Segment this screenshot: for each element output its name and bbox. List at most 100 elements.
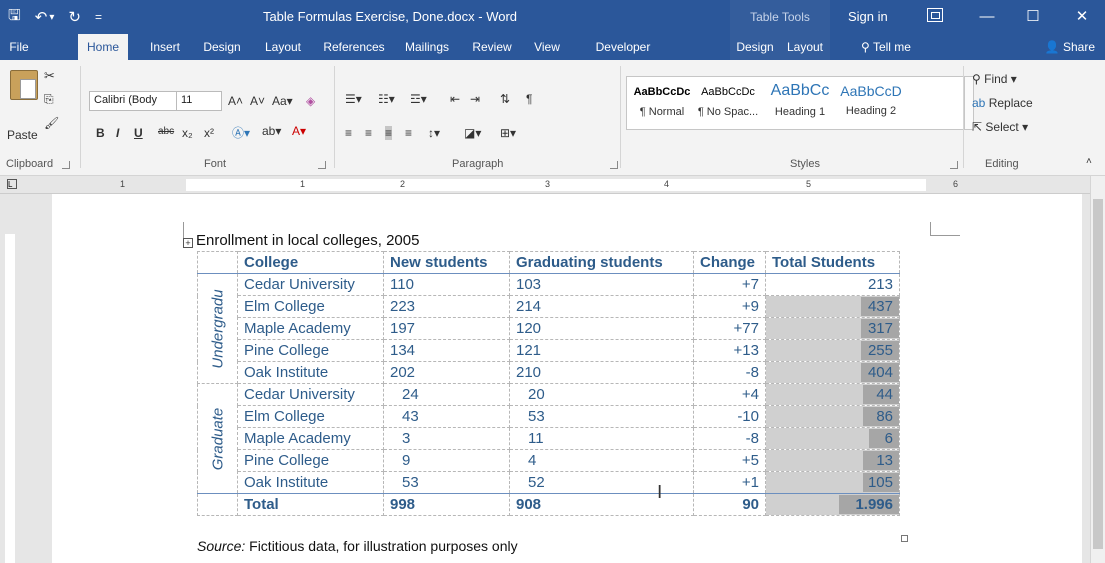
- change-cell[interactable]: +7: [693, 273, 766, 296]
- tell-me-box[interactable]: ⚲ Tell me: [840, 34, 932, 60]
- total-students-cell[interactable]: 86: [765, 405, 900, 428]
- font-size-box[interactable]: 11: [176, 91, 222, 111]
- bold-button[interactable]: B: [96, 126, 105, 140]
- change-cell[interactable]: -8: [693, 427, 766, 450]
- enrollment-table[interactable]: College New students Graduating students…: [197, 251, 900, 516]
- graduating-students-cell[interactable]: 210: [509, 361, 694, 384]
- strikethrough-button[interactable]: abc: [158, 126, 174, 137]
- justify-icon[interactable]: ≡: [405, 126, 412, 140]
- font-launcher-icon[interactable]: [318, 161, 326, 169]
- select-button[interactable]: ⇱ Select ▾: [972, 120, 1028, 134]
- subscript-button[interactable]: x₂: [182, 126, 193, 140]
- tab-mailings[interactable]: Mailings: [396, 34, 458, 60]
- group-label-cell[interactable]: Graduate: [197, 383, 238, 494]
- align-left-icon[interactable]: ≡: [345, 126, 352, 140]
- total-grad[interactable]: 908: [509, 493, 694, 516]
- graduating-students-cell[interactable]: 103: [509, 273, 694, 296]
- change-cell[interactable]: +4: [693, 383, 766, 406]
- clear-formatting-icon[interactable]: ◈: [306, 94, 315, 108]
- graduating-students-cell[interactable]: 20: [509, 383, 694, 406]
- total-new[interactable]: 998: [383, 493, 510, 516]
- header-cell-empty[interactable]: [197, 251, 238, 274]
- replace-button[interactable]: ab Replace: [972, 96, 1033, 110]
- italic-button[interactable]: I: [116, 126, 119, 140]
- header-cell[interactable]: Total Students: [765, 251, 900, 274]
- shrink-font-icon[interactable]: A˅: [250, 94, 265, 108]
- total-students-cell[interactable]: 213: [765, 273, 900, 296]
- multilevel-list-icon[interactable]: ☲▾: [410, 92, 427, 106]
- close-button[interactable]: ✕: [1059, 0, 1105, 34]
- new-students-cell[interactable]: 43: [383, 405, 510, 428]
- paragraph-launcher-icon[interactable]: [610, 161, 618, 169]
- graduating-students-cell[interactable]: 52: [509, 471, 694, 494]
- underline-button[interactable]: U: [134, 126, 143, 140]
- college-cell[interactable]: Cedar University: [237, 273, 384, 296]
- tab-layout[interactable]: Layout: [260, 34, 306, 60]
- grow-font-icon[interactable]: A˄: [228, 94, 243, 108]
- style-heading-2[interactable]: AaBbCcD Heading 2: [838, 78, 904, 128]
- header-cell[interactable]: New students: [383, 251, 510, 274]
- change-cell[interactable]: +5: [693, 449, 766, 472]
- styles-launcher-icon[interactable]: [950, 161, 958, 169]
- total-students-cell[interactable]: 105: [765, 471, 900, 494]
- change-cell[interactable]: -8: [693, 361, 766, 384]
- header-cell[interactable]: Change: [693, 251, 766, 274]
- change-cell[interactable]: +1: [693, 471, 766, 494]
- new-students-cell[interactable]: 202: [383, 361, 510, 384]
- cut-icon[interactable]: ✂: [44, 68, 55, 84]
- tab-selector[interactable]: L: [7, 179, 17, 189]
- tab-view[interactable]: View: [526, 34, 568, 60]
- collapse-ribbon-icon[interactable]: ˄: [1086, 156, 1092, 167]
- tab-insert[interactable]: Insert: [144, 34, 186, 60]
- tab-references[interactable]: References: [320, 34, 388, 60]
- graduating-students-cell[interactable]: 53: [509, 405, 694, 428]
- college-cell[interactable]: Pine College: [237, 449, 384, 472]
- tab-file[interactable]: File: [0, 34, 38, 60]
- group-label-cell[interactable]: Undergradu: [197, 273, 238, 384]
- total-students-cell[interactable]: 6: [765, 427, 900, 450]
- highlight-icon[interactable]: ab▾: [262, 124, 281, 138]
- college-cell[interactable]: Oak Institute: [237, 361, 384, 384]
- style-normal[interactable]: AaBbCcDc ¶ Normal: [630, 78, 694, 128]
- increase-indent-icon[interactable]: ⇥: [470, 92, 480, 106]
- college-cell[interactable]: Maple Academy: [237, 317, 384, 340]
- total-students-cell[interactable]: 437: [765, 295, 900, 318]
- superscript-button[interactable]: x²: [204, 126, 214, 140]
- tab-developer[interactable]: Developer: [586, 34, 660, 60]
- college-cell[interactable]: Oak Institute: [237, 471, 384, 494]
- bullets-icon[interactable]: ☰▾: [345, 92, 362, 106]
- header-cell[interactable]: Graduating students: [509, 251, 694, 274]
- college-cell[interactable]: Elm College: [237, 295, 384, 318]
- change-cell[interactable]: +77: [693, 317, 766, 340]
- graduating-students-cell[interactable]: 11: [509, 427, 694, 450]
- header-cell[interactable]: College: [237, 251, 384, 274]
- total-students-cell[interactable]: 317: [765, 317, 900, 340]
- borders-icon[interactable]: ⊞▾: [500, 126, 516, 140]
- tab-table-layout[interactable]: Layout: [780, 34, 830, 60]
- total-students-cell[interactable]: 404: [765, 361, 900, 384]
- font-name-box[interactable]: Calibri (Body: [89, 91, 177, 111]
- change-cell[interactable]: -10: [693, 405, 766, 428]
- line-spacing-icon[interactable]: ↕▾: [428, 126, 440, 140]
- total-label[interactable]: Total: [237, 493, 384, 516]
- show-formatting-icon[interactable]: ¶: [526, 92, 532, 106]
- total-students-cell[interactable]: 44: [765, 383, 900, 406]
- format-painter-icon[interactable]: 🖌: [44, 116, 59, 130]
- copy-icon[interactable]: ⎘: [44, 92, 54, 107]
- tab-home[interactable]: Home: [78, 34, 128, 60]
- decrease-indent-icon[interactable]: ⇤: [450, 92, 460, 106]
- new-students-cell[interactable]: 110: [383, 273, 510, 296]
- graduating-students-cell[interactable]: 120: [509, 317, 694, 340]
- tab-table-design[interactable]: Design: [730, 34, 780, 60]
- graduating-students-cell[interactable]: 4: [509, 449, 694, 472]
- sort-icon[interactable]: ⇅: [500, 92, 510, 106]
- total-students-cell[interactable]: 13: [765, 449, 900, 472]
- total-students-cell[interactable]: 1.996: [765, 493, 900, 516]
- tab-design[interactable]: Design: [198, 34, 246, 60]
- new-students-cell[interactable]: 53: [383, 471, 510, 494]
- scrollbar-thumb[interactable]: [1093, 199, 1103, 549]
- sign-in-link[interactable]: Sign in: [848, 9, 888, 24]
- find-button[interactable]: ⚲ Find ▾: [972, 72, 1017, 86]
- align-center-icon[interactable]: ≡: [365, 126, 372, 140]
- text-effects-icon[interactable]: Ⓐ▾: [232, 124, 250, 141]
